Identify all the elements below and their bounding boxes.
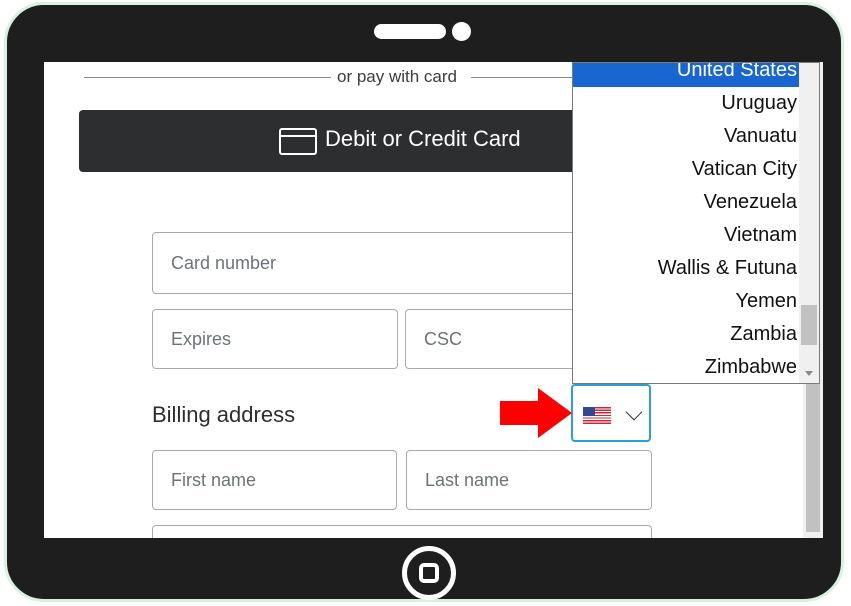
screen: or pay with card Debit or Credit Card Bi… <box>44 62 823 538</box>
debit-credit-card-button[interactable]: Debit or Credit Card <box>79 110 599 172</box>
scroll-down-arrow-icon[interactable] <box>805 371 813 376</box>
country-options: United States Uruguay Vanuatu Vatican City V… <box>573 63 799 383</box>
expires-input[interactable] <box>153 310 397 368</box>
page-scroll-thumb[interactable] <box>806 382 820 532</box>
first-name-field[interactable] <box>152 450 397 510</box>
flag-canton <box>583 407 595 416</box>
country-option[interactable]: Zambia <box>577 318 797 351</box>
country-option[interactable]: Vietnam <box>577 219 797 252</box>
expires-field[interactable] <box>152 309 398 369</box>
address-field[interactable] <box>152 525 652 538</box>
country-option[interactable]: Uruguay <box>577 87 797 120</box>
country-option[interactable]: Venezuela <box>577 186 797 219</box>
divider-line-left <box>84 77 331 78</box>
pay-with-card-divider: or pay with card <box>337 67 457 86</box>
dropdown-scrollbar[interactable] <box>799 63 819 383</box>
card-button-label: Debit or Credit Card <box>325 126 521 151</box>
country-dropdown-list[interactable]: United States Uruguay Vanuatu Vatican City V… <box>572 62 820 384</box>
camera-icon <box>452 22 471 41</box>
first-name-input[interactable] <box>153 451 396 509</box>
chevron-down-icon <box>625 403 643 421</box>
country-option[interactable]: Wallis & Futuna <box>577 252 797 285</box>
tablet-frame: or pay with card Debit or Credit Card Bi… <box>4 2 844 602</box>
country-option[interactable]: Vanuatu <box>577 120 797 153</box>
red-arrow-annotation <box>500 388 572 438</box>
credit-card-icon <box>279 128 317 155</box>
last-name-input[interactable] <box>407 451 651 509</box>
last-name-field[interactable] <box>406 450 652 510</box>
country-option[interactable]: Vatican City <box>577 153 797 186</box>
camera-bar <box>374 24 446 39</box>
country-option[interactable]: Yemen <box>577 285 797 318</box>
home-button[interactable] <box>402 546 456 600</box>
dropdown-scroll-thumb[interactable] <box>801 305 817 345</box>
us-flag-icon <box>583 407 611 424</box>
billing-address-label: Billing address <box>152 402 296 427</box>
country-option[interactable]: Zimbabwe <box>577 351 797 383</box>
country-option[interactable]: United States <box>573 63 799 87</box>
country-select[interactable] <box>571 384 651 442</box>
